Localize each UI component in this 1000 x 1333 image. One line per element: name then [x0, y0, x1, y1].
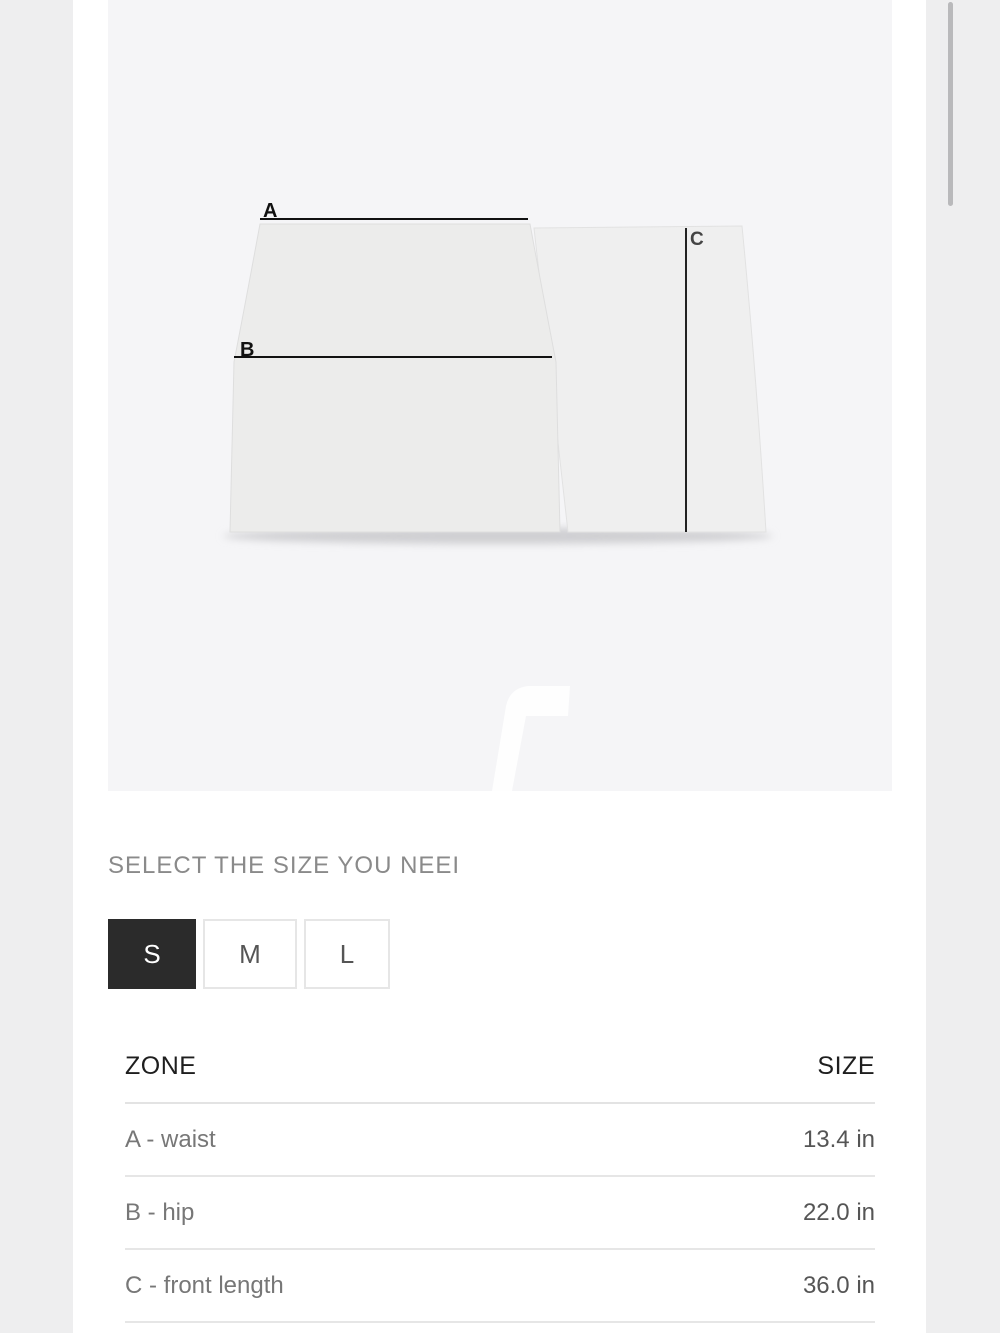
row-size: 36.0 in [802, 1271, 875, 1299]
row-zone: B - hip [125, 1198, 195, 1226]
size-option-label: S [143, 938, 161, 969]
measure-label-a: A [263, 200, 277, 222]
size-option-s[interactable]: S [108, 919, 196, 989]
header-size: SIZE [817, 1051, 875, 1080]
measure-label-b: B [240, 339, 254, 361]
table-row: C - front length 36.0 in [125, 1250, 875, 1323]
row-zone: C - front length [125, 1271, 284, 1299]
row-zone: A - waist [125, 1125, 216, 1153]
row-size: 13.4 in [802, 1125, 875, 1153]
size-option-label: M [239, 938, 261, 969]
measure-label-c: C [690, 229, 704, 250]
table-row: B - hip 22.0 in [125, 1177, 875, 1250]
skirt-back-view [533, 225, 767, 533]
scrollbar-thumb[interactable] [948, 2, 953, 206]
size-option-l[interactable]: L [304, 919, 390, 989]
size-select-prompt: SELECT THE SIZE YOU NEEI [108, 852, 461, 879]
measurement-table: ZONE SIZE A - waist 13.4 in B - hip 22.0… [125, 1030, 875, 1323]
skirt-diagram: A B C [223, 200, 773, 791]
header-zone: ZONE [125, 1051, 197, 1080]
scrollbar[interactable] [946, 0, 954, 210]
size-option-label: L [339, 938, 355, 969]
watermark-mark [492, 686, 570, 791]
table-row: A - waist 13.4 in [125, 1104, 875, 1177]
skirt-front-view [229, 223, 561, 533]
table-header: ZONE SIZE [125, 1030, 875, 1104]
size-option-m[interactable]: M [203, 919, 297, 989]
product-measurement-image: A B C [108, 0, 892, 791]
row-size: 22.0 in [802, 1198, 875, 1226]
